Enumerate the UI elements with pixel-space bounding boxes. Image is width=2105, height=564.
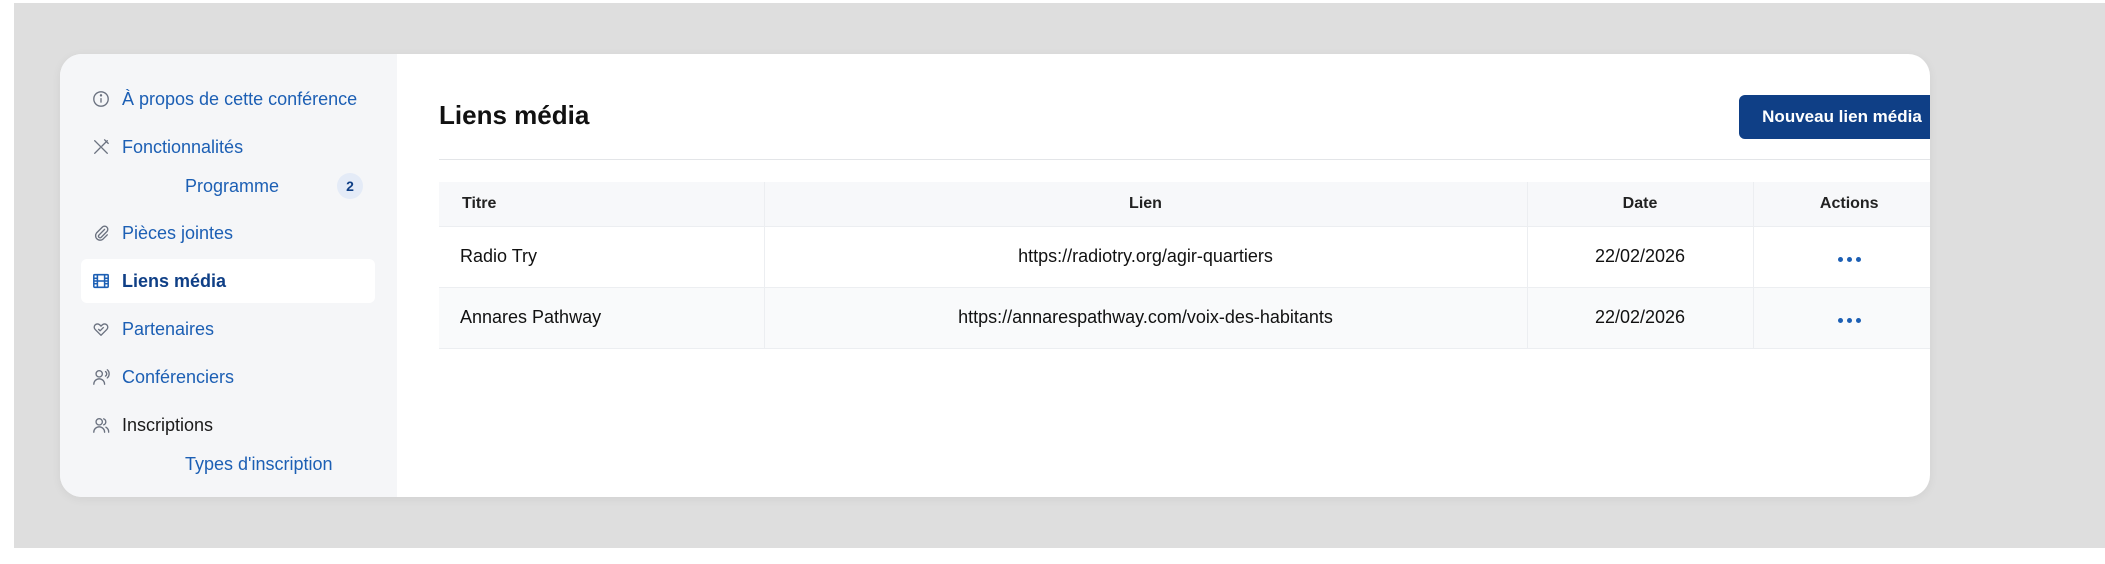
- users-icon: [91, 415, 111, 435]
- sidebar-item-label: Pièces jointes: [122, 222, 234, 243]
- column-header-lien[interactable]: Lien: [764, 182, 1528, 226]
- cell-date: 22/02/2026: [1527, 226, 1754, 287]
- sidebar-item-features[interactable]: Fonctionnalités: [81, 125, 375, 169]
- film-icon: [91, 271, 111, 291]
- cell-titre: Annares Pathway: [439, 287, 765, 348]
- new-media-link-button[interactable]: Nouveau lien média: [1739, 95, 1930, 139]
- header-divider: [439, 159, 1930, 160]
- speaker-icon: [91, 367, 111, 387]
- info-icon: [91, 89, 111, 109]
- sidebar-item-speakers[interactable]: Conférenciers: [81, 355, 375, 399]
- sidebar-item-partners[interactable]: Partenaires: [81, 307, 375, 351]
- more-actions-icon[interactable]: [1832, 251, 1867, 268]
- cell-lien[interactable]: https://annarespathway.com/voix-des-habi…: [764, 287, 1528, 348]
- tools-icon: [91, 137, 111, 157]
- sidebar-item-label: Partenaires: [122, 318, 215, 339]
- content-card: À propos de cette conférence Fonctionnal…: [60, 54, 1930, 497]
- sidebar-item-label: Inscriptions: [122, 414, 214, 435]
- main-panel: Liens média Nouveau lien média Titre Lie…: [397, 54, 1930, 497]
- sidebar-item-attachments[interactable]: Pièces jointes: [81, 211, 375, 255]
- table-row: Radio Try https://radiotry.org/agir-quar…: [439, 226, 1930, 287]
- sidebar-item-media-links[interactable]: Liens média: [81, 259, 375, 303]
- column-header-actions: Actions: [1819, 194, 1879, 212]
- cell-titre: Radio Try: [439, 226, 765, 287]
- handshake-heart-icon: [91, 319, 111, 339]
- cell-actions: [1753, 287, 1930, 348]
- sidebar-subitem-programme[interactable]: Programme: [185, 171, 279, 201]
- paperclip-icon: [91, 223, 111, 243]
- sidebar-item-registrations[interactable]: Inscriptions: [81, 403, 375, 447]
- sidebar-item-label: Programme: [185, 175, 280, 196]
- column-header-titre[interactable]: Titre: [439, 182, 765, 226]
- sidebar-item-about[interactable]: À propos de cette conférence: [81, 77, 375, 121]
- sidebar-item-label: À propos de cette conférence: [122, 88, 358, 109]
- more-actions-icon[interactable]: [1832, 312, 1867, 329]
- table-header-row: Titre Lien Date Actions: [439, 182, 1930, 226]
- media-links-table: Titre Lien Date Actions Radio Try https:…: [439, 182, 1930, 349]
- programme-count-badge: 2: [337, 173, 363, 199]
- cell-lien[interactable]: https://radiotry.org/agir-quartiers: [764, 226, 1528, 287]
- sidebar-item-label: Conférenciers: [122, 366, 235, 387]
- sidebar-item-label: Types d'inscription: [185, 453, 333, 474]
- column-header-date[interactable]: Date: [1527, 182, 1754, 226]
- cell-date: 22/02/2026: [1527, 287, 1754, 348]
- sidebar-item-label: Fonctionnalités: [122, 136, 244, 157]
- cell-actions: [1753, 226, 1930, 287]
- sidebar-nav: À propos de cette conférence Fonctionnal…: [60, 54, 397, 497]
- sidebar-item-label: Liens média: [122, 270, 227, 291]
- page-title: Liens média: [439, 100, 590, 130]
- sidebar-subitem-registration-types[interactable]: Types d'inscription: [185, 449, 333, 479]
- table-row: Annares Pathway https://annarespathway.c…: [439, 287, 1930, 348]
